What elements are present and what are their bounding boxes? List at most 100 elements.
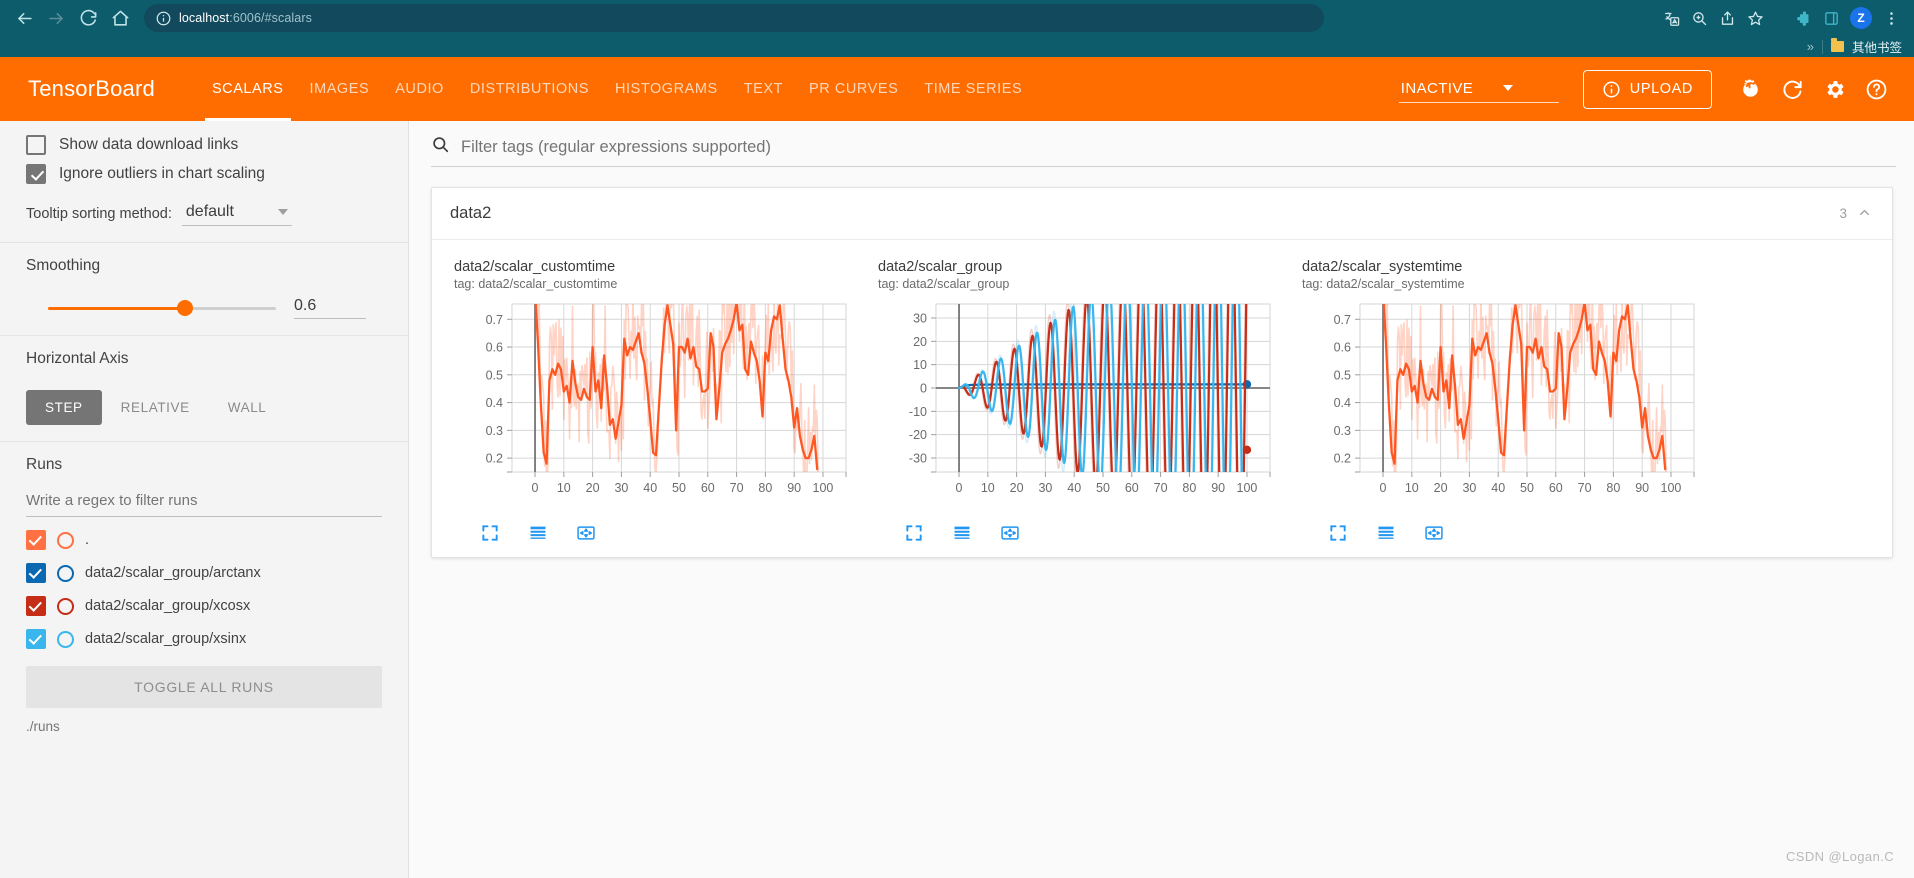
tab-audio[interactable]: AUDIO	[382, 57, 457, 121]
expand-chart-icon[interactable]	[904, 523, 924, 543]
translate-icon[interactable]	[1658, 5, 1684, 31]
expand-chart-icon[interactable]	[480, 523, 500, 543]
svg-text:50: 50	[672, 481, 686, 495]
data-table-icon[interactable]	[952, 523, 972, 543]
tab-text[interactable]: TEXT	[731, 57, 796, 121]
reload-status-dropdown[interactable]: INACTIVE	[1398, 76, 1559, 103]
app-content: Show data download links Ignore outliers…	[0, 121, 1914, 878]
url-text: localhost:6006/#scalars	[179, 11, 312, 25]
zoom-icon[interactable]	[1686, 5, 1712, 31]
svg-text:0.6: 0.6	[486, 341, 503, 355]
run-color-dot[interactable]	[57, 564, 74, 582]
svg-text:40: 40	[643, 481, 657, 495]
sidebar-smoothing: Smoothing 0.6	[0, 243, 408, 336]
reset-domain-icon[interactable]	[1000, 523, 1020, 543]
refresh-icon[interactable]	[1772, 69, 1812, 109]
tab-images[interactable]: IMAGES	[297, 57, 383, 121]
chart-plot-area[interactable]: -30 -20 -10 0 10 20 30 0 10 20 30 40 50 60 70 80 90 100	[878, 300, 1278, 513]
axis-option-relative[interactable]: RELATIVE	[102, 390, 209, 425]
run-item-xcosx[interactable]: data2/scalar_group/xcosx	[26, 596, 382, 616]
reset-domain-icon[interactable]	[1424, 523, 1444, 543]
other-bookmarks-label[interactable]: 其他书签	[1852, 37, 1902, 56]
svg-text:50: 50	[1520, 481, 1534, 495]
axis-option-wall[interactable]: WALL	[209, 390, 286, 425]
brightness-icon[interactable]	[1730, 69, 1770, 109]
smoothing-value-input[interactable]: 0.6	[294, 297, 366, 319]
extensions-icon[interactable]	[1790, 5, 1816, 31]
app-logo[interactable]: TensorBoard	[28, 76, 155, 102]
chart-actions	[878, 523, 1278, 543]
run-item-xsinx[interactable]: data2/scalar_group/xsinx	[26, 629, 382, 649]
tab-pr-curves[interactable]: PR CURVES	[796, 57, 911, 121]
bookmarks-overflow-button[interactable]: »	[1807, 39, 1814, 54]
run-checkbox[interactable]	[26, 563, 46, 583]
svg-text:0: 0	[532, 481, 539, 495]
chart-plot-area[interactable]: 0.2 0.3 0.4 0.5 0.6 0.7 0 10 20 30 40 50 60 70 80 90 100	[1302, 300, 1702, 513]
reload-status-value: INACTIVE	[1400, 79, 1474, 97]
upload-button-label: UPLOAD	[1629, 81, 1693, 97]
tab-scalars[interactable]: SCALARS	[199, 57, 297, 121]
browser-toolbar-actions: Z	[1658, 5, 1904, 31]
avatar[interactable]: Z	[1850, 7, 1872, 29]
run-color-dot[interactable]	[57, 531, 74, 549]
ignore-outliers-row[interactable]: Ignore outliers in chart scaling	[26, 164, 382, 184]
svg-text:0.4: 0.4	[1334, 396, 1351, 410]
svg-text:30: 30	[614, 481, 628, 495]
svg-text:0.3: 0.3	[1334, 424, 1351, 438]
svg-text:-20: -20	[909, 428, 927, 442]
run-item-dot[interactable]: .	[26, 530, 382, 550]
axis-option-step[interactable]: STEP	[26, 390, 102, 425]
chart-plot-area[interactable]: 0.2 0.3 0.4 0.5 0.6 0.7 0 10 20 30 40 50 60 70 80 90 100	[454, 300, 854, 513]
show-download-links-label: Show data download links	[59, 136, 239, 153]
run-color-dot[interactable]	[57, 597, 74, 615]
show-download-links-row[interactable]: Show data download links	[26, 135, 382, 155]
run-item-arctanx[interactable]: data2/scalar_group/arctanx	[26, 563, 382, 583]
smoothing-slider[interactable]	[48, 300, 276, 316]
svg-text:0.2: 0.2	[1334, 452, 1351, 466]
chevron-up-icon[interactable]	[1857, 205, 1872, 223]
upload-button[interactable]: UPLOAD	[1582, 69, 1712, 109]
chart-title: data2/scalar_customtime	[454, 259, 616, 275]
tooltip-sorting-row: Tooltip sorting method: default	[26, 203, 382, 226]
show-download-links-checkbox[interactable]	[26, 135, 46, 155]
svg-text:0.7: 0.7	[1334, 313, 1351, 327]
forward-arrow-icon[interactable]	[42, 4, 70, 32]
tag-filter-input[interactable]	[461, 137, 1896, 157]
run-checkbox[interactable]	[26, 530, 46, 550]
share-icon[interactable]	[1714, 5, 1740, 31]
run-checkbox[interactable]	[26, 596, 46, 616]
smoothing-row: 0.6	[26, 297, 382, 319]
svg-text:0: 0	[956, 481, 963, 495]
side-panel-icon[interactable]	[1818, 5, 1844, 31]
three-dot-menu-icon[interactable]	[1878, 5, 1904, 31]
tab-histograms[interactable]: HISTOGRAMS	[602, 57, 731, 121]
smoothing-label: Smoothing	[26, 257, 101, 274]
tooltip-sorting-dropdown[interactable]: default	[181, 203, 292, 226]
tooltip-sorting-label: Tooltip sorting method:	[26, 206, 172, 222]
tab-time-series[interactable]: TIME SERIES	[911, 57, 1035, 121]
reset-domain-icon[interactable]	[576, 523, 596, 543]
bookmark-star-icon[interactable]	[1742, 5, 1768, 31]
back-arrow-icon[interactable]	[10, 4, 38, 32]
svg-text:0.7: 0.7	[486, 313, 503, 327]
card-header[interactable]: data2 3	[432, 188, 1892, 240]
expand-chart-icon[interactable]	[1328, 523, 1348, 543]
site-info-icon[interactable]	[156, 11, 171, 26]
data-table-icon[interactable]	[528, 523, 548, 543]
bookmarks-divider	[1821, 39, 1823, 54]
svg-text:30: 30	[913, 312, 927, 326]
help-question-icon[interactable]	[1856, 69, 1896, 109]
data-table-icon[interactable]	[1376, 523, 1396, 543]
toggle-all-runs-button[interactable]: TOGGLE ALL RUNS	[26, 666, 382, 708]
settings-gear-icon[interactable]	[1814, 69, 1854, 109]
run-color-dot[interactable]	[57, 630, 74, 648]
runs-filter-input[interactable]	[26, 488, 382, 517]
home-icon[interactable]	[106, 4, 134, 32]
ignore-outliers-checkbox[interactable]	[26, 164, 46, 184]
run-checkbox[interactable]	[26, 629, 46, 649]
smoothing-slider-thumb[interactable]	[176, 300, 193, 316]
reload-icon[interactable]	[74, 4, 102, 32]
svg-text:70: 70	[1578, 481, 1592, 495]
address-bar[interactable]: localhost:6006/#scalars	[144, 4, 1324, 32]
tab-distributions[interactable]: DISTRIBUTIONS	[457, 57, 602, 121]
